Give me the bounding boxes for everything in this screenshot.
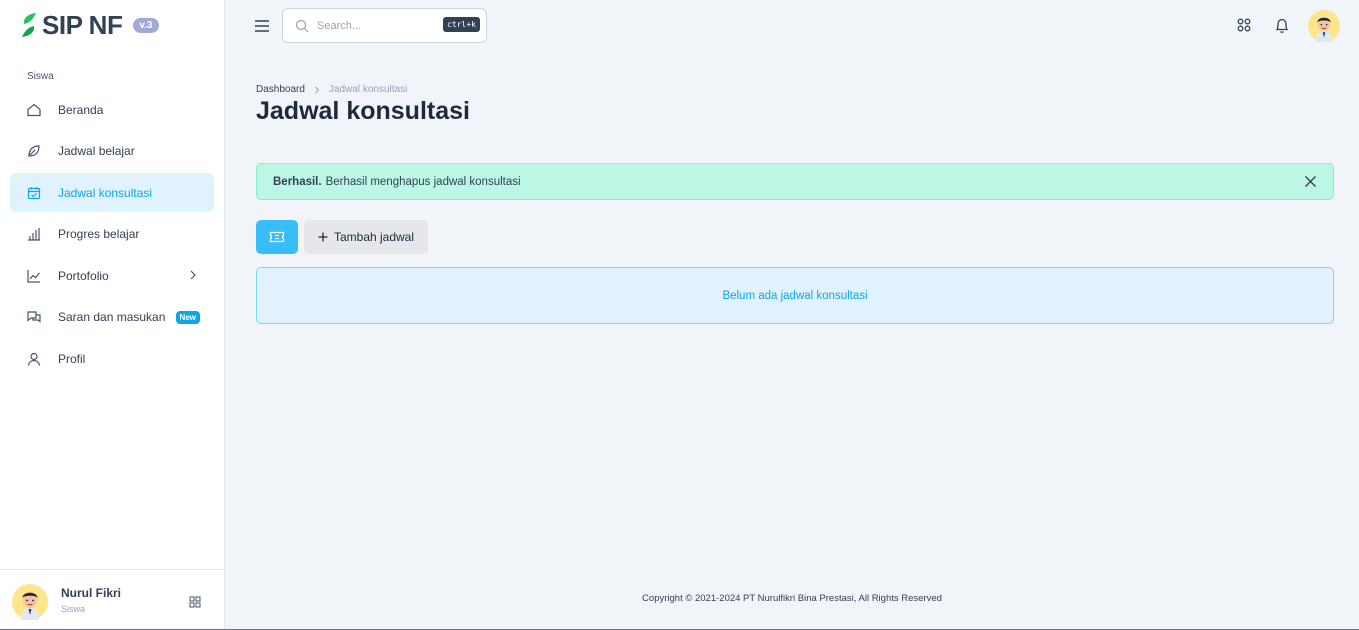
success-alert: Berhasil. Berhasil menghapus jadwal kons… xyxy=(256,163,1334,200)
close-icon[interactable] xyxy=(1304,175,1317,188)
search-box[interactable]: ctrl+k xyxy=(282,8,487,43)
breadcrumb-dashboard-link[interactable]: Dashboard xyxy=(256,84,305,95)
chevron-right-icon[interactable] xyxy=(188,269,198,281)
bar-chart-icon xyxy=(26,226,42,242)
version-badge: v.3 xyxy=(133,17,159,33)
page-title: Jadwal konsultasi xyxy=(256,97,470,125)
brand-logo[interactable]: SIP NF v.3 xyxy=(20,9,159,40)
chevron-right-icon xyxy=(315,86,320,93)
footer-copyright: Copyright © 2021-2024 PT Nurulfikri Bina… xyxy=(642,593,942,604)
ticket-icon xyxy=(269,231,285,243)
sidebar-item-portofolio[interactable]: Portofolio xyxy=(10,256,214,295)
sidebar: SIP NF v.3 Siswa Beranda Jadwal belajar … xyxy=(0,0,225,630)
ticket-button[interactable] xyxy=(256,220,298,254)
leaf-logo-icon xyxy=(22,13,36,37)
add-schedule-button[interactable]: Tambah jadwal xyxy=(304,220,428,254)
switch-layout-icon[interactable] xyxy=(189,596,201,608)
line-chart-icon xyxy=(26,268,42,284)
apps-grid-icon[interactable] xyxy=(1237,18,1251,32)
alert-message: Berhasil menghapus jadwal konsultasi xyxy=(325,175,521,188)
plus-icon xyxy=(318,232,328,242)
user-icon xyxy=(26,351,42,367)
sidebar-item-label: Saran dan masukan xyxy=(58,310,166,324)
sidebar-item-label: Beranda xyxy=(58,102,104,117)
breadcrumb: Dashboard Jadwal konsultasi xyxy=(256,84,407,95)
search-icon xyxy=(295,19,309,33)
search-input[interactable] xyxy=(317,17,427,35)
hamburger-menu-icon[interactable] xyxy=(253,18,271,34)
sidebar-item-label: Jadwal konsultasi xyxy=(58,185,153,200)
sidebar-item-saran-dan-masukan[interactable]: Saran dan masukan New xyxy=(10,298,214,337)
calendar-check-icon xyxy=(26,185,42,201)
user-role: Siswa xyxy=(61,604,86,614)
avatar xyxy=(12,584,48,620)
add-schedule-label: Tambah jadwal xyxy=(333,230,415,244)
sidebar-item-profil[interactable]: Profil xyxy=(10,339,214,378)
search-shortcut-hint: ctrl+k xyxy=(443,17,480,32)
sidebar-section-label: Siswa xyxy=(27,71,54,82)
sidebar-item-label: Jadwal belajar xyxy=(58,144,135,158)
sidebar-item-label: Portofolio xyxy=(58,268,109,283)
sidebar-item-beranda[interactable]: Beranda xyxy=(10,90,214,129)
sidebar-item-jadwal-konsultasi[interactable]: Jadwal konsultasi xyxy=(10,173,214,212)
leaf-icon xyxy=(26,143,42,159)
brand-name: SIP NF xyxy=(42,9,123,40)
empty-state-message: Belum ada jadwal konsultasi xyxy=(256,267,1334,324)
alert-title: Berhasil. xyxy=(273,175,322,188)
sidebar-item-label: Progres belajar xyxy=(58,227,140,241)
bell-icon[interactable] xyxy=(1274,17,1290,34)
breadcrumb-current: Jadwal konsultasi xyxy=(328,84,408,95)
user-name: Nurul Fikri xyxy=(61,586,122,600)
sidebar-item-label: Profil xyxy=(58,351,86,366)
header-avatar[interactable] xyxy=(1308,10,1340,42)
chat-bubbles-icon xyxy=(26,309,42,325)
sidebar-menu: Beranda Jadwal belajar Jadwal konsultasi… xyxy=(10,90,214,381)
sidebar-item-jadwal-belajar[interactable]: Jadwal belajar xyxy=(10,132,214,171)
user-profile-bar[interactable]: Nurul Fikri Siswa xyxy=(0,569,224,630)
home-icon xyxy=(26,102,42,118)
new-badge: New xyxy=(175,310,200,324)
sidebar-item-progres-belajar[interactable]: Progres belajar xyxy=(10,215,214,254)
